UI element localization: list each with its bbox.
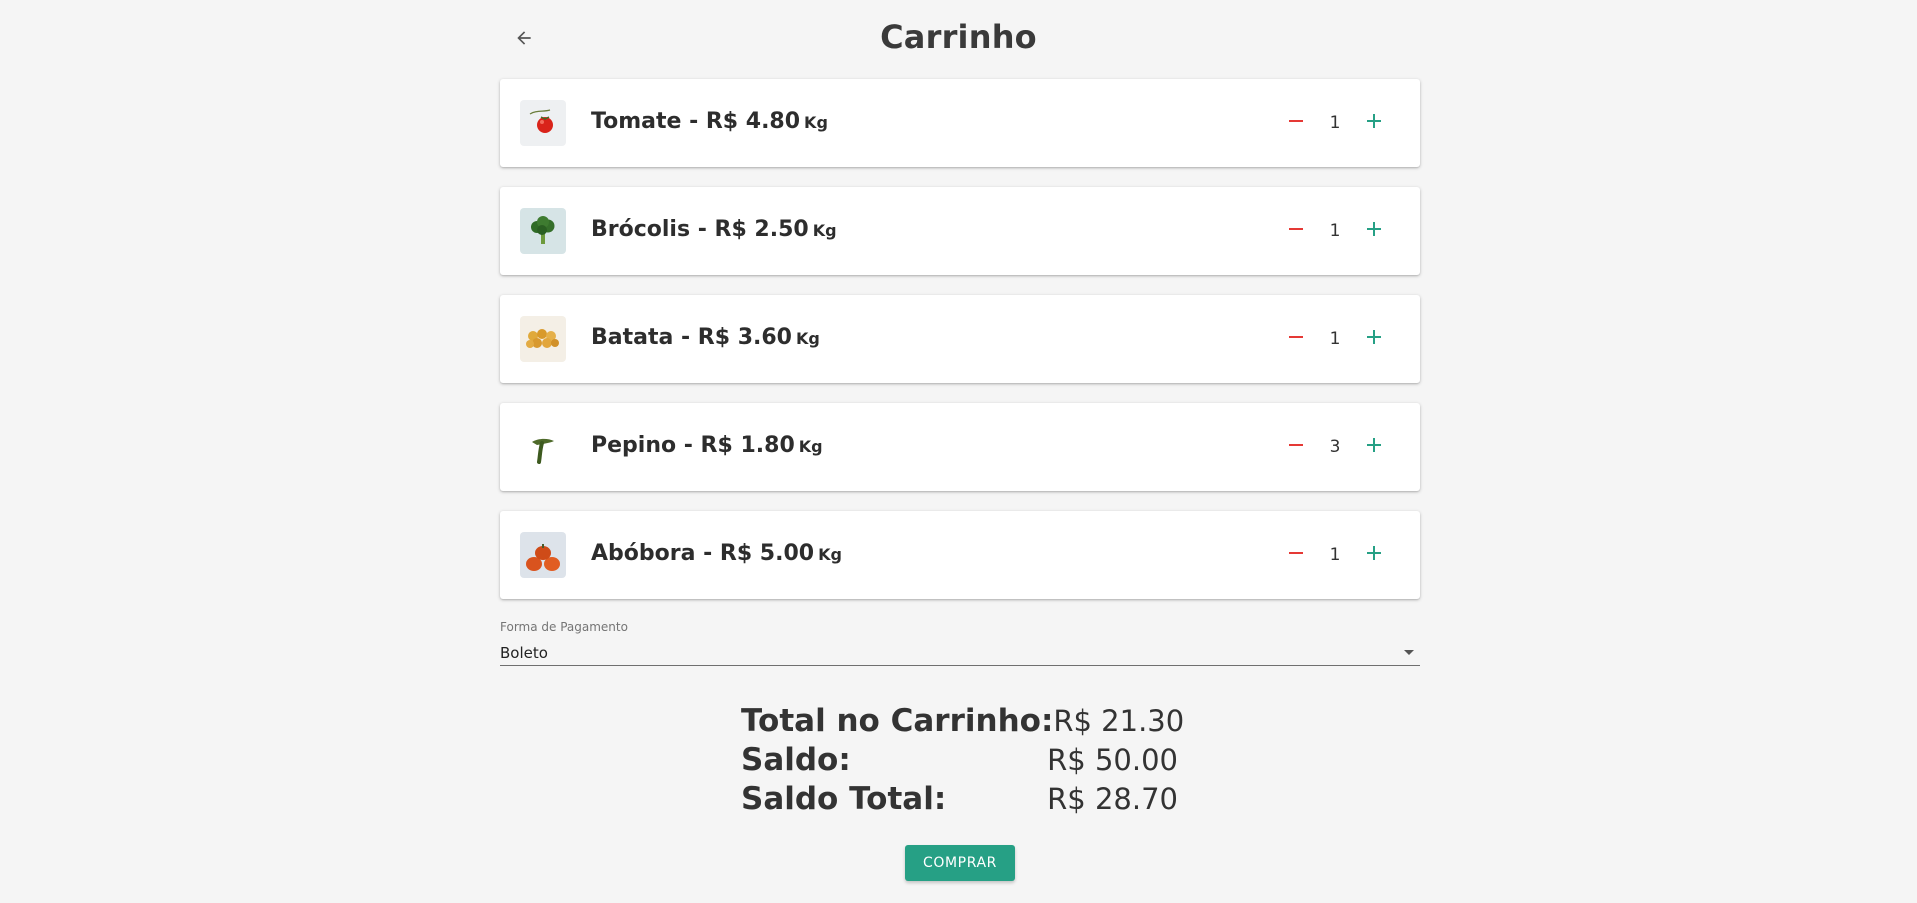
quantity-value: 1 (1329, 221, 1341, 241)
tomato-image (520, 100, 566, 146)
increase-quantity-button[interactable] (1358, 215, 1390, 247)
cart-item-label: Tomate - R$ 4.80 Kg (591, 109, 828, 134)
payment-method-select[interactable]: Boleto (500, 640, 1420, 666)
cart-item-label: Batata - R$ 3.60 Kg (591, 325, 820, 350)
payment-method-value: Boleto (500, 643, 548, 662)
totals-summary: Total no Carrinho: R$ 21.30 Saldo: R$ 50… (741, 703, 1184, 820)
increase-quantity-button[interactable] (1358, 323, 1390, 355)
cart-item: Abóbora - R$ 5.00 Kg 1 (500, 511, 1420, 599)
plus-icon (1366, 221, 1382, 241)
cart-total-label: Total no Carrinho: (741, 703, 1054, 739)
balance-label: Saldo: (741, 742, 851, 778)
broccoli-image (520, 208, 566, 254)
cart-item: Tomate - R$ 4.80 Kg 1 (500, 79, 1420, 167)
cart-item: Batata - R$ 3.60 Kg 1 (500, 295, 1420, 383)
quantity-value: 1 (1329, 329, 1341, 349)
cart-list: Tomate - R$ 4.80 Kg 1 Brócolis - R$ 2.50 K… (500, 79, 1420, 619)
balance-value: R$ 50.00 (1047, 743, 1178, 777)
decrease-quantity-button[interactable] (1280, 539, 1312, 571)
quantity-value: 1 (1329, 545, 1341, 565)
cart-item-label: Abóbora - R$ 5.00 Kg (591, 541, 842, 566)
cart-total-value: R$ 21.30 (1053, 704, 1185, 738)
decrease-quantity-button[interactable] (1280, 431, 1312, 463)
increase-quantity-button[interactable] (1358, 431, 1390, 463)
quantity-value: 1 (1329, 113, 1341, 133)
plus-icon (1366, 113, 1382, 133)
quantity-stepper: 1 (1280, 107, 1390, 139)
cart-item: Pepino - R$ 1.80 Kg 3 (500, 403, 1420, 491)
payment-method-field: Forma de Pagamento Boleto (500, 620, 1420, 666)
dropdown-arrow-icon (1404, 650, 1414, 655)
quantity-stepper: 1 (1280, 539, 1390, 571)
decrease-quantity-button[interactable] (1280, 215, 1312, 247)
cart-item-label: Pepino - R$ 1.80 Kg (591, 433, 823, 458)
quantity-stepper: 3 (1280, 431, 1390, 463)
page-title: Carrinho (880, 18, 1037, 56)
plus-icon (1366, 437, 1382, 457)
balance-row: Saldo: R$ 50.00 (741, 742, 1178, 781)
quantity-value: 3 (1329, 437, 1341, 457)
quantity-stepper: 1 (1280, 215, 1390, 247)
final-balance-value: R$ 28.70 (1047, 782, 1178, 816)
payment-method-label: Forma de Pagamento (500, 620, 628, 634)
increase-quantity-button[interactable] (1358, 107, 1390, 139)
minus-icon (1288, 113, 1304, 133)
plus-icon (1366, 329, 1382, 349)
quantity-stepper: 1 (1280, 323, 1390, 355)
minus-icon (1288, 545, 1304, 565)
cart-item: Brócolis - R$ 2.50 Kg 1 (500, 187, 1420, 275)
minus-icon (1288, 437, 1304, 457)
increase-quantity-button[interactable] (1358, 539, 1390, 571)
pumpkin-image (520, 532, 566, 578)
cart-total-row: Total no Carrinho: R$ 21.30 (741, 703, 1184, 742)
final-balance-label: Saldo Total: (741, 781, 947, 817)
buy-button[interactable]: COMPRAR (905, 845, 1015, 881)
final-balance-row: Saldo Total: R$ 28.70 (741, 781, 1178, 820)
potato-image (520, 316, 566, 362)
decrease-quantity-button[interactable] (1280, 107, 1312, 139)
plus-icon (1366, 545, 1382, 565)
cucumber-image (520, 424, 566, 470)
minus-icon (1288, 221, 1304, 241)
cart-item-label: Brócolis - R$ 2.50 Kg (591, 217, 837, 242)
decrease-quantity-button[interactable] (1280, 323, 1312, 355)
minus-icon (1288, 329, 1304, 349)
